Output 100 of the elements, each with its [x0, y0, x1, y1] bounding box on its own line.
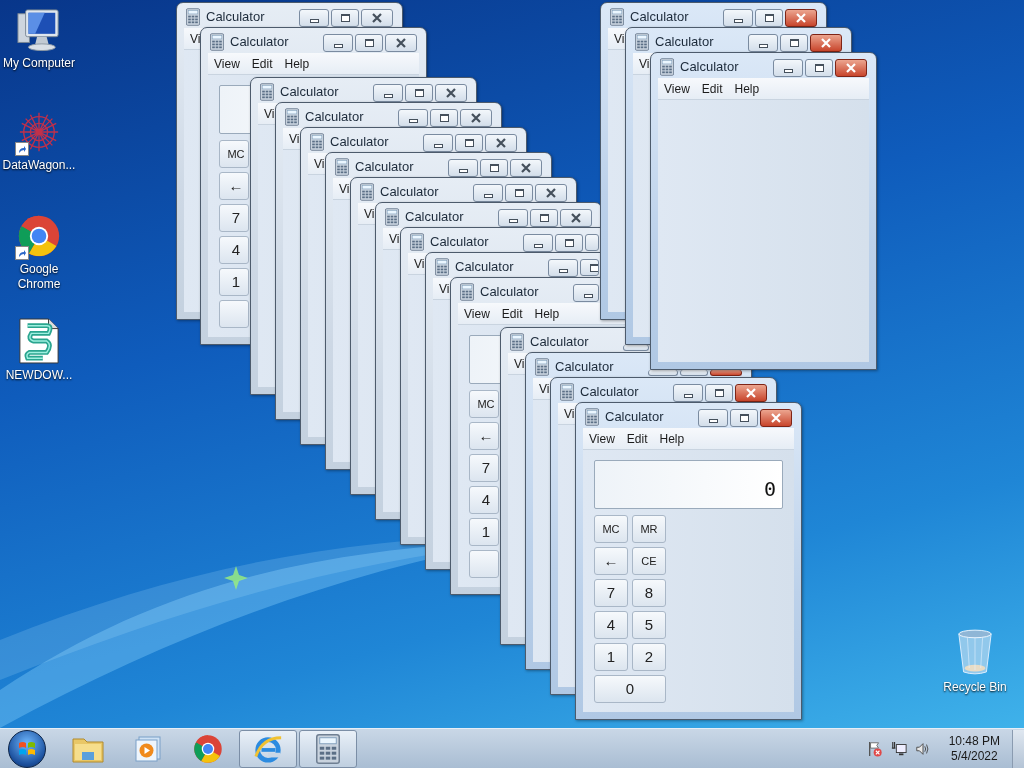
calculator-key[interactable]: MR [632, 515, 666, 543]
close-button[interactable] [735, 384, 767, 402]
menu-item[interactable]: Vi [539, 381, 550, 396]
calculator-key[interactable]: 4 [219, 236, 249, 264]
close-button[interactable] [785, 9, 817, 27]
menu-item[interactable]: Vi [639, 56, 650, 71]
minimize-button[interactable] [773, 59, 803, 77]
maximize-button[interactable] [805, 59, 833, 77]
minimize-button[interactable] [323, 34, 353, 52]
maximize-button[interactable] [405, 84, 433, 102]
calculator-key[interactable]: 1 [594, 643, 628, 671]
calculator-key[interactable]: 8 [632, 579, 666, 607]
minimize-button[interactable] [573, 284, 599, 302]
menu-item[interactable]: Vi [314, 156, 325, 171]
minimize-button[interactable] [299, 9, 329, 27]
calculator-taskbar-button[interactable] [299, 729, 357, 768]
maximize-button[interactable] [480, 159, 508, 177]
menu-item[interactable]: View [664, 81, 690, 96]
menu-item[interactable]: View [589, 431, 615, 446]
minimize-button[interactable] [548, 259, 578, 277]
menu-item[interactable]: Vi [389, 231, 400, 246]
calculator-key[interactable]: 4 [594, 611, 628, 639]
menu-item[interactable]: Help [534, 306, 560, 321]
speaker-icon[interactable] [914, 740, 931, 757]
minimize-button[interactable] [698, 409, 728, 427]
browser-e-taskbar-button[interactable] [239, 729, 297, 768]
maximize-button[interactable] [705, 384, 733, 402]
close-button[interactable] [385, 34, 417, 52]
calculator-key[interactable]: CE [632, 547, 666, 575]
calculator-key[interactable]: ← [469, 422, 499, 450]
chrome-icon[interactable] [17, 214, 61, 258]
menu-item[interactable]: Edit [701, 81, 723, 96]
menu-item[interactable]: Vi [264, 106, 275, 121]
minimize-button[interactable] [423, 134, 453, 152]
minimize-button[interactable] [523, 234, 553, 252]
flag-icon[interactable] [866, 740, 883, 757]
calculator-key[interactable]: MC [469, 390, 499, 418]
close-button[interactable] [510, 159, 542, 177]
menu-item[interactable]: Vi [190, 31, 201, 46]
maximize-button[interactable] [580, 259, 599, 276]
calculator-key[interactable]: 7 [219, 204, 249, 232]
close-button[interactable] [835, 59, 867, 77]
menu-item[interactable]: Vi [414, 256, 425, 271]
menu-item[interactable]: Edit [626, 431, 648, 446]
close-button[interactable] [460, 109, 492, 127]
minimize-button[interactable] [673, 384, 703, 402]
menu-item[interactable]: Help [734, 81, 760, 96]
close-button[interactable] [485, 134, 517, 152]
calculator-key[interactable]: 2 [632, 643, 666, 671]
menu-item[interactable]: View [214, 56, 240, 71]
minimize-button[interactable] [723, 9, 753, 27]
menu-item[interactable]: Vi [439, 281, 450, 296]
maximize-button[interactable] [730, 409, 758, 427]
menu-item[interactable]: Vi [364, 206, 375, 221]
minimize-button[interactable] [448, 159, 478, 177]
maximize-button[interactable] [505, 184, 533, 202]
minimize-button[interactable] [498, 209, 528, 227]
menu-item[interactable]: Help [284, 56, 310, 71]
maximize-button[interactable] [530, 209, 558, 227]
menu-item[interactable]: Vi [289, 131, 300, 146]
minimize-button[interactable] [398, 109, 428, 127]
menu-item[interactable]: Edit [501, 306, 523, 321]
menu-item[interactable]: View [464, 306, 490, 321]
maximize-button[interactable] [430, 109, 458, 127]
calculator-key[interactable]: MC [594, 515, 628, 543]
calculator-key[interactable]: ← [594, 547, 628, 575]
menu-item[interactable]: Vi [564, 406, 575, 421]
clock-date[interactable]: 5/4/2022 [950, 748, 998, 764]
close-button[interactable] [435, 84, 467, 102]
computer-icon[interactable] [16, 8, 62, 52]
clock-time[interactable]: 10:48 PM [948, 733, 1000, 749]
calculator-key[interactable]: ← [219, 172, 249, 200]
menu-item[interactable]: Edit [251, 56, 273, 71]
starburst-icon[interactable] [17, 110, 61, 154]
menu-item[interactable]: Vi [514, 356, 525, 371]
network-icon[interactable] [890, 740, 907, 757]
menu-item[interactable]: Help [659, 431, 685, 446]
menu-item[interactable]: Vi [339, 181, 350, 196]
close-button[interactable] [760, 409, 792, 427]
maximize-button[interactable] [755, 9, 783, 27]
start-button[interactable] [8, 729, 46, 768]
close-button[interactable] [361, 9, 393, 27]
maximize-button[interactable] [555, 234, 583, 252]
calculator-key[interactable]: 7 [594, 579, 628, 607]
calculator-key[interactable]: 1 [219, 268, 249, 296]
close-button[interactable] [810, 34, 842, 52]
script-file-icon[interactable] [18, 318, 60, 364]
calculator-key[interactable]: MC [219, 140, 249, 168]
calculator-key[interactable]: 0 [594, 675, 666, 703]
calculator-key[interactable]: 5 [632, 611, 666, 639]
menu-item[interactable]: Vi [614, 31, 625, 46]
calculator-key[interactable]: 7 [469, 454, 499, 482]
close-button[interactable] [560, 209, 592, 227]
maximize-button[interactable] [780, 34, 808, 52]
minimize-button[interactable] [748, 34, 778, 52]
close-button[interactable] [535, 184, 567, 202]
maximize-button[interactable] [355, 34, 383, 52]
calculator-key[interactable]: 1 [469, 518, 499, 546]
calculator-key[interactable]: 4 [469, 486, 499, 514]
minimize-button[interactable] [473, 184, 503, 202]
